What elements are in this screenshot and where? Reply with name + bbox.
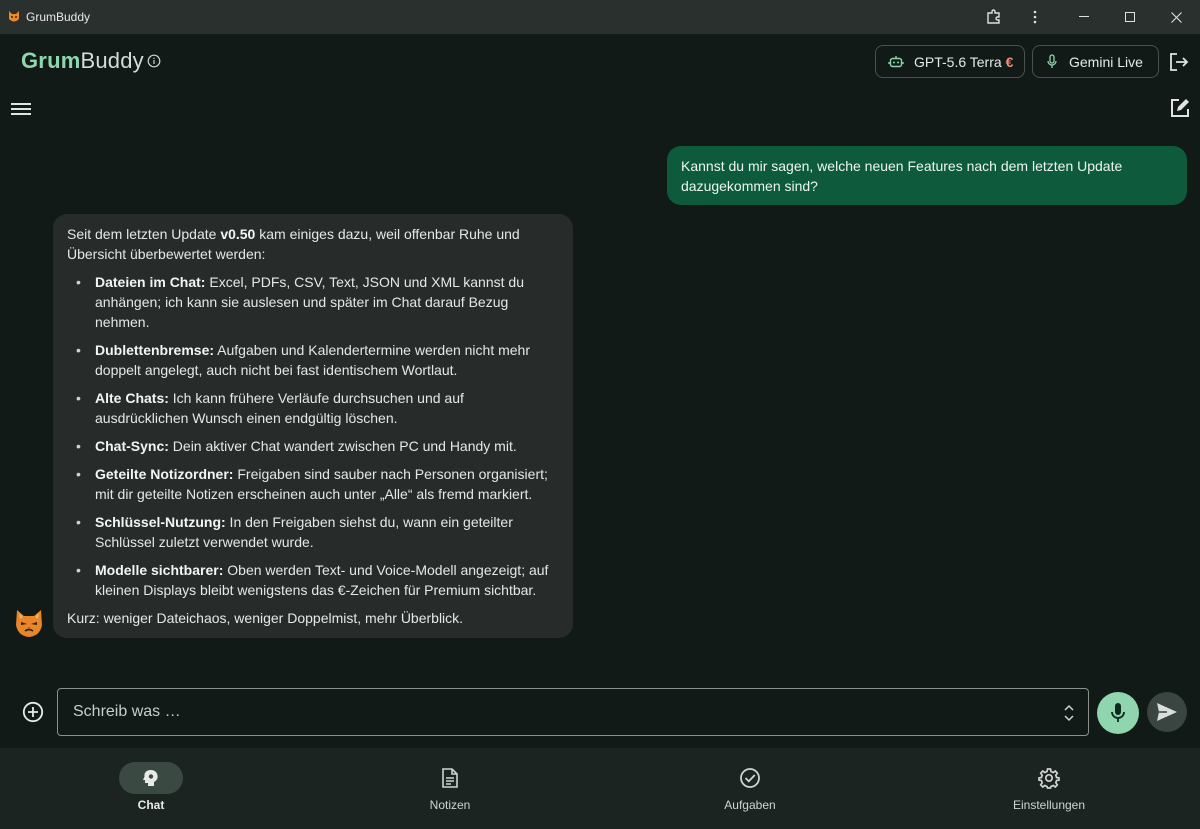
send-button[interactable] [1147, 692, 1187, 732]
list-item: Chat-Sync: Dein aktiver Chat wandert zwi… [67, 436, 559, 456]
feature-title: Dateien im Chat: [95, 274, 206, 290]
assistant-summary: Kurz: weniger Dateichaos, weniger Doppel… [67, 610, 464, 626]
message-input[interactable] [73, 689, 1033, 735]
maximize-button[interactable] [1107, 0, 1153, 34]
new-chat-icon[interactable] [1169, 97, 1191, 119]
list-item: Alte Chats: Ich kann frühere Verläufe du… [67, 388, 559, 428]
list-item: Dateien im Chat: Excel, PDFs, CSV, Text,… [67, 272, 559, 332]
assistant-message: Seit dem letzten Update v0.50 kam einige… [53, 214, 573, 638]
nav-einstellungen-indicator [1017, 762, 1081, 794]
window-titlebar: GrumBuddy [0, 0, 1200, 34]
info-icon[interactable] [147, 54, 161, 68]
voice-model-label: Gemini Live [1069, 53, 1143, 70]
minimize-icon [1079, 16, 1089, 17]
premium-badge: € [1005, 53, 1014, 70]
resize-stepper-icon[interactable] [1062, 702, 1076, 724]
text-model-label: GPT-5.6 Terra [914, 53, 1002, 70]
brand-logo: GrumBuddy [21, 48, 144, 74]
nav-aufgaben-indicator [718, 762, 782, 794]
list-item: Geteilte Notizordner: Freigaben sind sau… [67, 464, 559, 504]
add-attachment-icon[interactable] [22, 701, 44, 723]
feature-list: Dateien im Chat: Excel, PDFs, CSV, Text,… [67, 272, 559, 600]
microphone-icon [1111, 703, 1125, 722]
nav-label-aufgaben: Aufgaben [724, 798, 776, 812]
text-model-selector[interactable]: GPT-5.6 Terra € [875, 45, 1025, 78]
intro-text-start: Seit dem letzten Update [67, 226, 221, 242]
nav-item-aufgaben[interactable]: Aufgaben [680, 748, 820, 829]
microphone-icon [1045, 53, 1059, 70]
composer [0, 682, 1200, 748]
voice-input-button[interactable] [1097, 692, 1139, 734]
nav-item-notizen[interactable]: Notizen [380, 748, 520, 829]
extensions-button[interactable] [971, 0, 1017, 34]
cat-app-icon [9, 11, 19, 22]
feature-title: Geteilte Notizordner: [95, 466, 234, 482]
assistant-intro: Seit dem letzten Update v0.50 kam einige… [67, 224, 559, 264]
bottom-navigation: Chat Notizen Aufgaben Einstellungen [0, 748, 1200, 829]
more-options-button[interactable] [1012, 0, 1058, 34]
puzzle-icon [987, 9, 1000, 24]
grumpy-cat-avatar-icon [16, 610, 42, 637]
feature-title: Dublettenbremse: [95, 342, 215, 358]
list-item: Dublettenbremse: Aufgaben und Kalenderte… [67, 340, 559, 380]
nav-label-einstellungen: Einstellungen [1012, 798, 1086, 812]
brand-part-buddy: Buddy [80, 48, 144, 73]
menu-icon[interactable] [11, 101, 31, 117]
more-vertical-icon [1033, 10, 1037, 24]
feature-text: Dein aktiver Chat wandert zwischen PC un… [168, 438, 517, 454]
close-button[interactable] [1153, 0, 1199, 34]
nav-label-notizen: Notizen [429, 798, 471, 812]
voice-model-selector[interactable]: Gemini Live [1032, 45, 1159, 78]
nav-notizen-indicator [418, 762, 482, 794]
check-circle-icon [740, 768, 760, 788]
feature-title: Alte Chats: [95, 390, 169, 406]
version-label: v0.50 [220, 226, 256, 242]
send-icon [1157, 703, 1177, 721]
nav-item-einstellungen[interactable]: Einstellungen [979, 748, 1119, 829]
close-icon [1170, 11, 1182, 23]
nav-item-chat[interactable]: Chat [81, 748, 221, 829]
app-header: GrumBuddy GPT-5.6 Terra € Gemini Live [0, 34, 1200, 90]
brain-icon [143, 770, 158, 786]
feature-title: Schlüssel-Nutzung: [95, 514, 226, 530]
feature-title: Chat-Sync: [95, 438, 169, 454]
nav-chat-indicator [119, 762, 183, 794]
message-input-field [57, 688, 1089, 736]
brand-part-grum: Grum [21, 48, 81, 73]
feature-title: Modelle sichtbarer: [95, 562, 224, 578]
list-item: Modelle sichtbarer: Oben werden Text- un… [67, 560, 559, 600]
window-title: GrumBuddy [26, 10, 91, 24]
maximize-icon [1125, 12, 1135, 22]
document-icon [442, 768, 458, 788]
chat-toolbar [0, 90, 1200, 130]
user-message: Kannst du mir sagen, welche neuen Featur… [667, 146, 1187, 205]
logout-icon[interactable] [1168, 51, 1190, 73]
gear-icon [1038, 768, 1060, 789]
robot-icon [888, 54, 904, 70]
minimize-button[interactable] [1061, 0, 1107, 34]
list-item: Schlüssel-Nutzung: In den Freigaben sieh… [67, 512, 559, 552]
nav-label-chat: Chat [137, 798, 165, 812]
